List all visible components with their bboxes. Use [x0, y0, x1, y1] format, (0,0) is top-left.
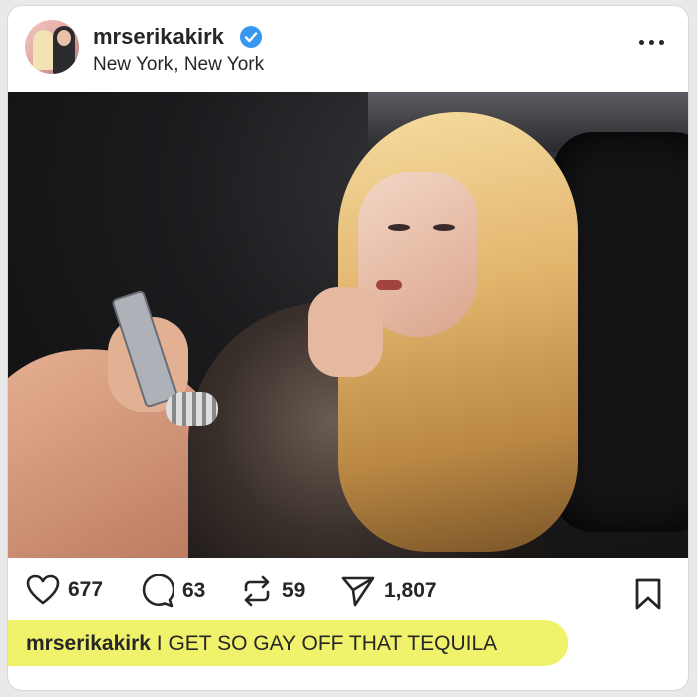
caption-username[interactable]: mrserikakirk [26, 632, 151, 655]
comment-button[interactable]: 63 [140, 574, 205, 608]
avatar[interactable] [25, 20, 79, 74]
heart-icon [26, 574, 60, 605]
post-image[interactable] [8, 92, 688, 558]
username[interactable]: mrserikakirk [93, 24, 224, 50]
like-button[interactable]: 677 [26, 574, 103, 606]
verified-badge-icon [240, 26, 262, 48]
comment-count: 63 [182, 579, 206, 602]
repost-count: 59 [282, 579, 306, 602]
post-header: mrserikakirk New York, New York [8, 6, 688, 92]
bookmark-icon [635, 578, 661, 610]
location-link[interactable]: New York, New York [93, 54, 264, 76]
share-count: 1,807 [384, 579, 437, 602]
like-count: 677 [68, 578, 104, 601]
repost-icon [244, 575, 270, 607]
comment-bubble-icon [142, 574, 174, 608]
repost-button[interactable]: 59 [240, 574, 305, 608]
post-card: mrserikakirk New York, New York 677 63 5… [8, 6, 688, 690]
action-bar: 677 63 59 1,807 [8, 564, 688, 618]
more-options-icon[interactable] [634, 32, 668, 52]
caption-body: I GET SO GAY OFF THAT TEQUILA [150, 632, 498, 655]
save-button[interactable] [634, 578, 662, 615]
send-icon [341, 576, 375, 607]
caption: mrserikakirk I GET SO GAY OFF THAT TEQUI… [8, 620, 598, 670]
caption-text: mrserikakirk I GET SO GAY OFF THAT TEQUI… [26, 632, 497, 656]
share-button[interactable]: 1,807 [340, 574, 437, 608]
